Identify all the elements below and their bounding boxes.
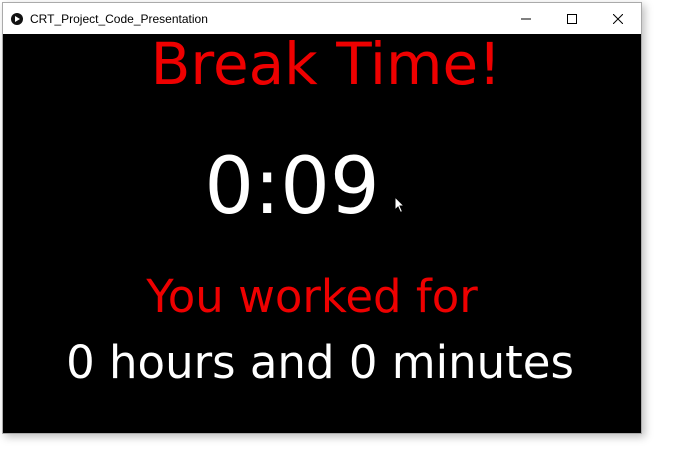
mouse-cursor-icon xyxy=(394,196,406,214)
app-window: CRT_Project_Code_Presentation Break Time… xyxy=(2,2,642,434)
maximize-icon xyxy=(567,13,577,24)
processing-app-icon xyxy=(11,12,23,25)
worked-duration: 0 hours and 0 minutes xyxy=(66,336,574,389)
window-title: CRT_Project_Code_Presentation xyxy=(30,11,208,26)
worked-for-label: You worked for xyxy=(146,270,478,323)
minimize-icon xyxy=(521,18,531,19)
break-time-heading: Break Time! xyxy=(150,30,502,98)
break-timer: 0:09 xyxy=(204,142,380,232)
close-icon xyxy=(613,13,623,24)
sketch-canvas[interactable]: Break Time! 0:09 You worked for 0 hours … xyxy=(3,30,641,433)
